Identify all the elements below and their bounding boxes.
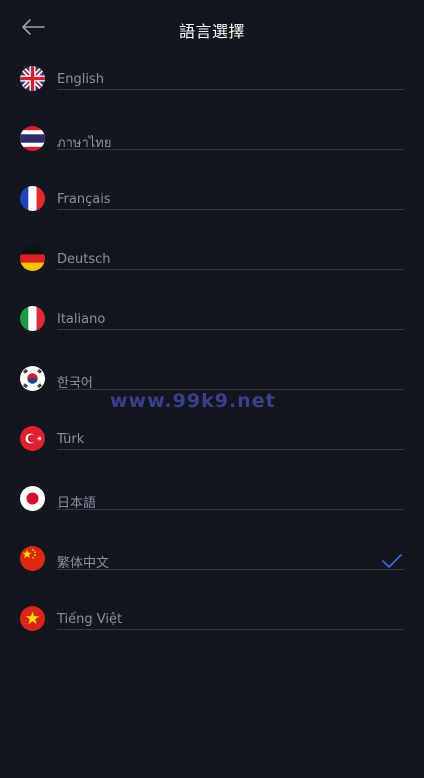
language-item-thai[interactable]: ภาษาไทย xyxy=(0,116,424,176)
divider xyxy=(57,569,404,570)
page-title: 語言選擇 xyxy=(178,22,245,41)
language-item-english[interactable]: English xyxy=(0,56,424,116)
language-label: Türk xyxy=(57,432,85,447)
language-label: Italiano xyxy=(57,312,106,327)
vietnam-flag-icon xyxy=(20,606,45,631)
language-list: English ภาษาไทย Français Deutsch Italian… xyxy=(0,56,424,656)
divider xyxy=(57,149,404,150)
divider xyxy=(57,209,404,210)
language-item-vietnamese[interactable]: Tiếng Việt xyxy=(0,596,424,656)
language-label: Deutsch xyxy=(57,252,111,267)
china-flag-icon xyxy=(20,546,45,571)
watermark: www.99k9.net xyxy=(110,390,276,412)
divider xyxy=(57,269,404,270)
language-label: English xyxy=(57,72,104,87)
italy-flag-icon xyxy=(20,306,45,331)
divider xyxy=(57,629,404,630)
language-item-italian[interactable]: Italiano xyxy=(0,296,424,356)
language-label: Français xyxy=(57,192,111,207)
france-flag-icon xyxy=(20,186,45,211)
korea-flag-icon xyxy=(20,366,45,391)
language-item-traditional-chinese[interactable]: 繁体中文 xyxy=(0,536,424,596)
thailand-flag-icon xyxy=(20,126,45,151)
divider xyxy=(57,509,404,510)
germany-flag-icon xyxy=(20,246,45,271)
japan-flag-icon xyxy=(20,486,45,511)
uk-flag-icon xyxy=(20,66,45,91)
header: 語言選擇 xyxy=(0,0,424,56)
divider xyxy=(57,449,404,450)
divider xyxy=(57,89,404,90)
language-item-japanese[interactable]: 日本語 xyxy=(0,476,424,536)
language-item-german[interactable]: Deutsch xyxy=(0,236,424,296)
turkey-flag-icon xyxy=(20,426,45,451)
divider xyxy=(57,329,404,330)
language-item-turkish[interactable]: Türk xyxy=(0,416,424,476)
language-label: Tiếng Việt xyxy=(57,612,123,627)
language-item-french[interactable]: Français xyxy=(0,176,424,236)
checkmark-icon xyxy=(382,554,402,568)
